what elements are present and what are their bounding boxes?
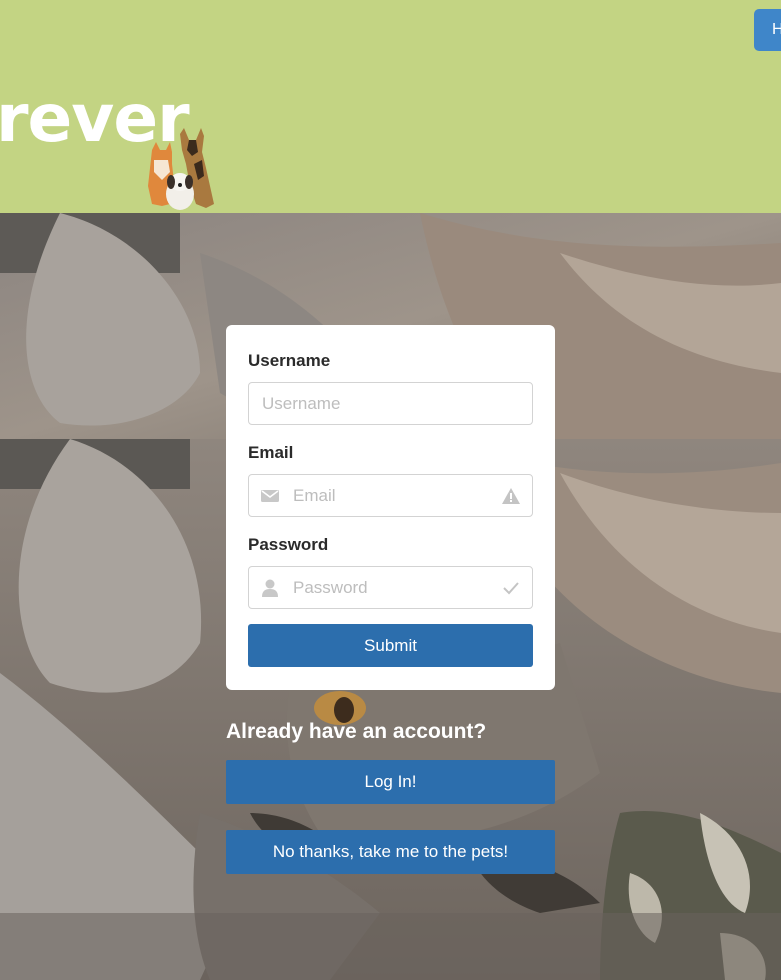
- warning-icon: [502, 488, 520, 504]
- envelope-icon: [261, 490, 279, 502]
- password-label: Password: [248, 535, 329, 554]
- pets-logo-illustration: [148, 128, 214, 210]
- password-input[interactable]: [293, 567, 492, 608]
- login-button[interactable]: Log In!: [226, 760, 555, 804]
- user-icon: [262, 579, 278, 597]
- password-field-wrapper: [248, 566, 533, 609]
- checkmark-icon: [503, 582, 519, 595]
- submit-button[interactable]: Submit: [248, 624, 533, 667]
- site-header: rever H: [0, 0, 781, 213]
- email-label: Email: [248, 443, 294, 462]
- header-button[interactable]: H: [754, 9, 781, 51]
- username-input[interactable]: [262, 383, 520, 424]
- already-have-account-text: Already have an account?: [226, 720, 487, 743]
- username-label: Username: [248, 351, 331, 370]
- email-input[interactable]: [293, 475, 492, 516]
- signup-form-card: Username Email Password Submit: [226, 325, 555, 690]
- email-field-wrapper: [248, 474, 533, 517]
- username-field-wrapper: [248, 382, 533, 425]
- skip-to-pets-button[interactable]: No thanks, take me to the pets!: [226, 830, 555, 874]
